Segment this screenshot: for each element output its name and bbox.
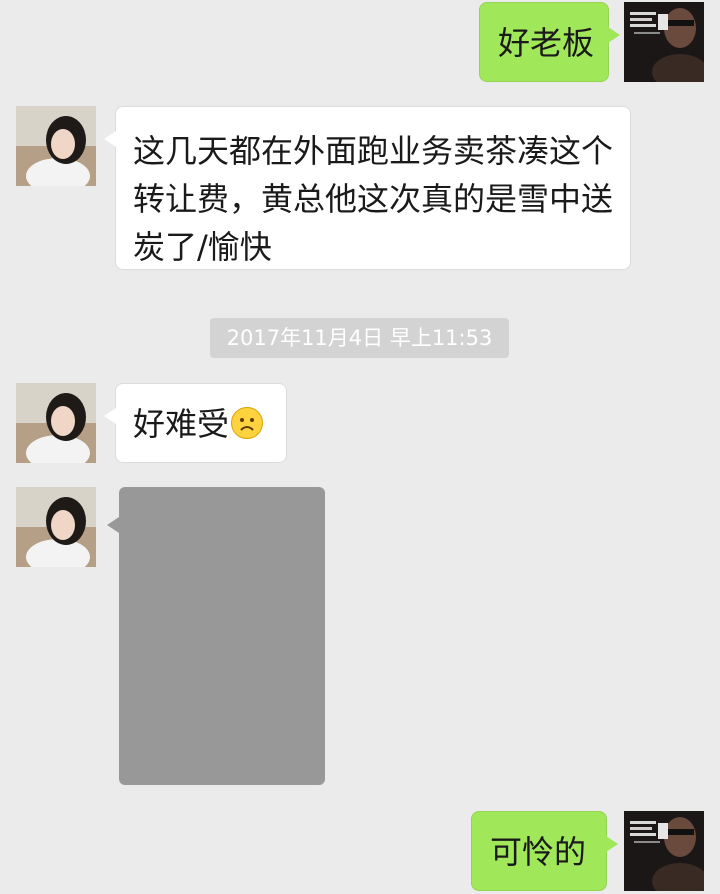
outgoing-message-bubble[interactable]: 好老板 <box>479 2 620 82</box>
bubble-tail <box>107 517 119 533</box>
outgoing-message-bubble[interactable]: 可怜的 <box>471 811 618 891</box>
incoming-message-bubble[interactable]: 好难受 <box>104 383 287 463</box>
avatar-contact[interactable] <box>16 487 96 567</box>
avatar-girl-icon <box>16 487 96 567</box>
sad-face-icon <box>240 418 255 431</box>
message-text: 可怜的 <box>490 833 587 871</box>
bubble-tail <box>606 836 618 852</box>
avatar-portrait-icon <box>624 2 704 82</box>
avatar-self[interactable] <box>624 2 704 82</box>
avatar-contact[interactable] <box>16 383 96 463</box>
message-text: 好老板 <box>498 24 595 62</box>
incoming-message-bubble[interactable]: 这几天都在外面跑业务卖茶凑这个 转让费，黄总他这次真的是雪中送 炭了/愉快 <box>104 106 631 270</box>
avatar-girl-icon <box>16 106 96 186</box>
bubble-tail <box>608 27 620 43</box>
avatar-portrait-icon <box>624 811 704 891</box>
message-line: 这几天都在外面跑业务卖茶凑这个 <box>133 132 614 170</box>
avatar-girl-icon <box>16 383 96 463</box>
avatar-self[interactable] <box>624 811 704 891</box>
message-text: 好难受 <box>133 405 230 443</box>
timestamp-label: 2017年11月4日 早上11:53 <box>210 318 509 358</box>
avatar-contact[interactable] <box>16 106 96 186</box>
message-line: 炭了/愉快 <box>133 228 272 266</box>
bubble-tail <box>104 408 116 424</box>
sad-face-emoji <box>231 407 264 439</box>
bubble-tail <box>104 131 116 147</box>
image-message-placeholder[interactable] <box>107 487 325 785</box>
message-line: 转让费，黄总他这次真的是雪中送 <box>133 180 614 218</box>
